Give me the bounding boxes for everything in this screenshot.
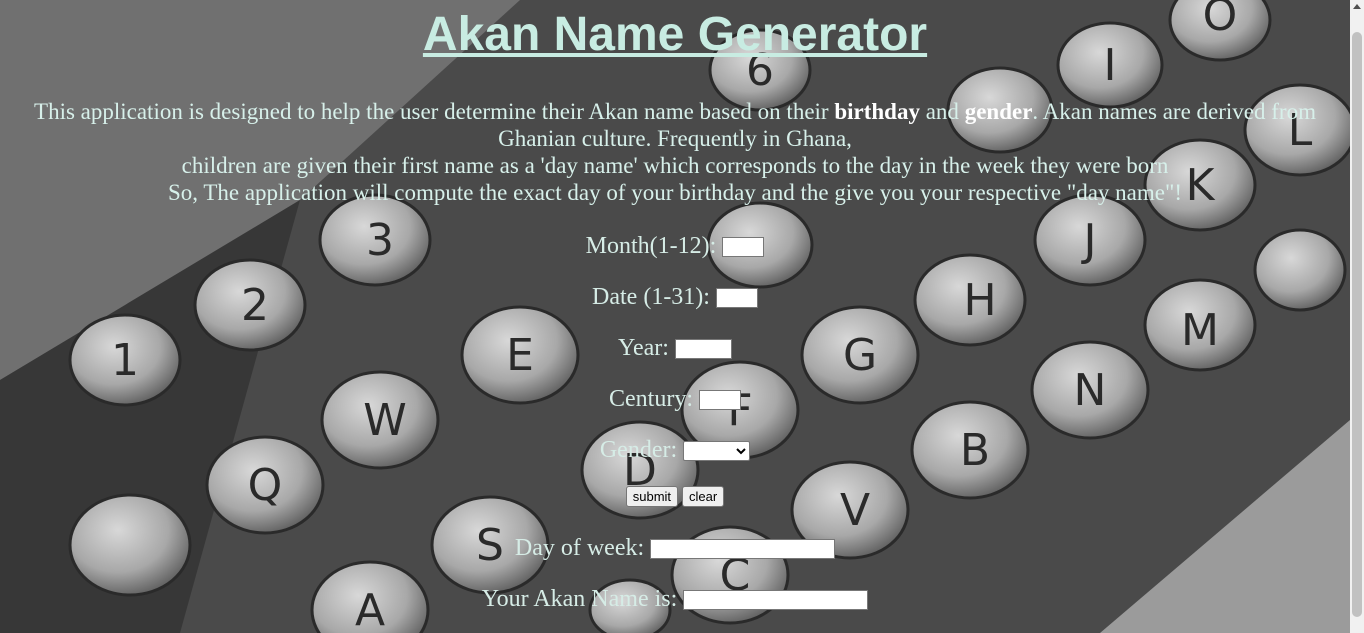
year-row: Year: [0,334,1350,362]
intro-line1-pre: This application is designed to help the… [34,99,835,124]
form-buttons: submit clear [0,486,1350,510]
intro-line2: children are given their first name as a… [181,153,1169,178]
year-label: Year: [618,335,669,361]
date-row: Date (1-31): [0,283,1350,311]
submit-button[interactable]: submit [625,486,679,507]
century-input[interactable] [699,390,741,411]
month-row: Month(1-12): [0,232,1350,260]
century-label: Century: [609,386,693,412]
page-title: Akan Name Generator [422,8,928,61]
akan-name-label: Your Akan Name is: [481,586,678,612]
day-of-week-output[interactable] [650,539,836,560]
intro-line3: So, The application will compute the exa… [167,180,1183,205]
main-content: Akan Name Generator This application is … [0,0,1350,613]
day-of-week-row: Day of week: [0,534,1350,562]
intro-birthday-bold: birthday [834,99,920,124]
year-input[interactable] [674,339,732,360]
scrollbar-thumb[interactable] [1352,32,1362,617]
gender-row: Gender: [0,436,1350,464]
month-label: Month(1-12): [585,233,717,259]
gender-select[interactable] [683,441,751,462]
intro-gender-bold: gender [964,99,1033,124]
intro-paragraph: This application is designed to help the… [0,98,1350,206]
date-label: Date (1-31): [592,284,710,310]
intro-and: and [919,99,965,124]
day-of-week-label: Day of week: [514,535,645,561]
century-row: Century: [0,385,1350,413]
date-input[interactable] [715,288,758,309]
clear-button[interactable]: clear [682,486,725,507]
akan-name-row: Your Akan Name is: [0,585,1350,613]
birthday-form: Month(1-12): Date (1-31): Year: Century:… [0,232,1350,613]
scroll-up-arrow-icon[interactable] [1353,4,1361,9]
vertical-scrollbar[interactable] [1350,0,1364,633]
gender-label: Gender: [599,437,678,463]
month-input[interactable] [722,237,765,258]
akan-name-output[interactable] [683,590,869,611]
